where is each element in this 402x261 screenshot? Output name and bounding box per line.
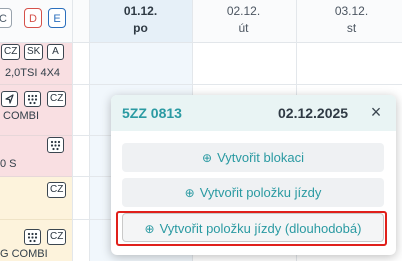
grid-line — [72, 84, 402, 85]
hitch-icon — [24, 229, 41, 245]
country-tag: CZ — [1, 44, 20, 60]
create-trip-button[interactable]: ⊕ Vytvořit položku jízdy — [122, 178, 384, 207]
country-tag: CZ — [47, 91, 66, 107]
day-header-3[interactable]: 03.12. st — [300, 0, 402, 42]
day-weekday: út — [238, 21, 249, 35]
day-date: 03.12. — [334, 4, 369, 18]
day-date: 01.12. — [123, 4, 158, 18]
popup-date: 02.12.2025 — [278, 105, 349, 121]
calendar-header: C D E 01.12. po 02.12. út 03.12. st — [0, 0, 402, 43]
grid-line — [72, 0, 73, 261]
filter-c-toggle[interactable]: C — [0, 8, 12, 28]
grid-line — [72, 135, 112, 136]
filter-d-toggle[interactable]: D — [24, 8, 42, 28]
button-label: Vytvořit blokaci — [217, 150, 304, 165]
popup-header: 5ZZ 0813 02.12.2025 × — [111, 95, 396, 131]
button-label: Vytvořit položku jízdy — [199, 185, 322, 200]
hitch-icon — [24, 91, 41, 107]
vehicle-model: 0 S — [0, 158, 17, 170]
day-date: 02.12. — [226, 4, 261, 18]
cell-action-popup: 5ZZ 0813 02.12.2025 × ⊕ Vytvořit blokaci … — [111, 95, 396, 255]
grid-line — [89, 0, 90, 261]
plus-circle-icon: ⊕ — [202, 151, 213, 165]
vehicle-model: 2,0TSI 4X4 — [5, 67, 61, 79]
hitch-icon — [47, 137, 64, 153]
day-weekday: st — [346, 21, 357, 35]
country-tag: SK — [24, 44, 43, 60]
vehicle-row[interactable]: CZ G COMBI — [0, 220, 72, 261]
plus-circle-icon: ⊕ — [144, 222, 155, 236]
vehicle-row[interactable]: CZ COMBI — [0, 85, 72, 136]
country-tag: A — [47, 44, 64, 60]
vehicle-row[interactable]: 0 S — [0, 136, 72, 177]
plus-circle-icon: ⊕ — [184, 186, 195, 200]
vehicle-row[interactable]: CZ SK A 2,0TSI 4X4 — [0, 43, 72, 85]
vehicle-model: G COMBI — [0, 248, 48, 260]
country-tag: CZ — [47, 229, 66, 245]
create-long-term-trip-button[interactable]: ⊕ Vytvořit položku jízdy (dlouhodobá) — [122, 213, 384, 242]
category-filters: C D E — [0, 8, 71, 30]
close-icon[interactable]: × — [367, 102, 385, 122]
filter-e-toggle[interactable]: E — [48, 8, 66, 28]
navigation-icon — [1, 91, 18, 107]
day-weekday: po — [133, 21, 148, 35]
grid-line — [72, 219, 112, 220]
create-block-button[interactable]: ⊕ Vytvořit blokaci — [122, 143, 384, 172]
grid-line — [72, 176, 112, 177]
button-label: Vytvořit položku jízdy (dlouhodobá) — [159, 221, 362, 236]
vehicle-model: COMBI — [3, 110, 40, 122]
country-tag: CZ — [47, 182, 66, 198]
day-header-1[interactable]: 01.12. po — [89, 0, 192, 42]
vehicle-row[interactable]: CZ — [0, 177, 72, 220]
day-header-2[interactable]: 02.12. út — [192, 0, 295, 42]
vehicle-plate[interactable]: 5ZZ 0813 — [122, 105, 182, 121]
